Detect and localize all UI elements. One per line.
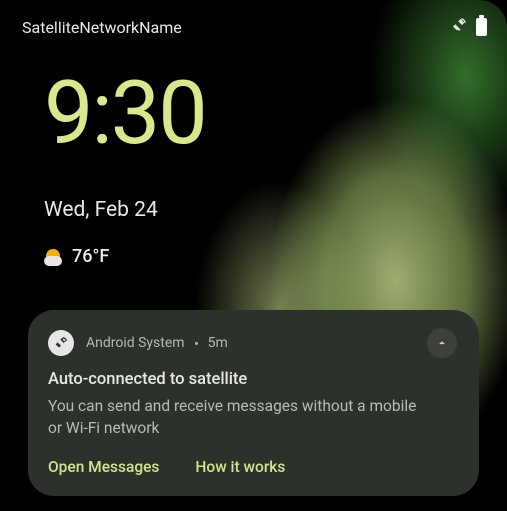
- weather-temp: 76°F: [72, 246, 109, 267]
- notification-age: 5m: [208, 335, 228, 351]
- lock-clock: 9:30: [44, 70, 206, 158]
- notification-body: You can send and receive messages withou…: [48, 395, 424, 440]
- how-it-works-button[interactable]: How it works: [195, 458, 285, 476]
- lock-date: Wed, Feb 24: [44, 198, 158, 222]
- notification-actions: Open Messages How it works: [48, 458, 457, 476]
- chevron-up-icon: [435, 336, 449, 350]
- separator-dot: [195, 342, 198, 345]
- open-messages-button[interactable]: Open Messages: [48, 458, 159, 476]
- partly-cloudy-icon: [44, 247, 64, 267]
- satellite-dish-icon: [48, 330, 74, 356]
- notification-source: Android System: [86, 335, 185, 351]
- lock-screen: SatelliteNetworkName 9:30 Wed, Feb 24 76…: [0, 0, 507, 511]
- weather-widget[interactable]: 76°F: [44, 246, 109, 267]
- expand-button[interactable]: [427, 328, 457, 358]
- notification-source-row: Android System 5m: [86, 335, 228, 351]
- notification-card[interactable]: Android System 5m Auto-connected to sate…: [28, 310, 479, 496]
- status-bar: SatelliteNetworkName: [22, 16, 487, 38]
- battery-full-icon: [476, 18, 487, 36]
- status-icons: [450, 16, 487, 38]
- satellite-icon: [450, 16, 468, 38]
- notification-header: Android System 5m: [48, 330, 457, 356]
- notification-title: Auto-connected to satellite: [48, 370, 457, 389]
- network-name-label: SatelliteNetworkName: [22, 18, 182, 37]
